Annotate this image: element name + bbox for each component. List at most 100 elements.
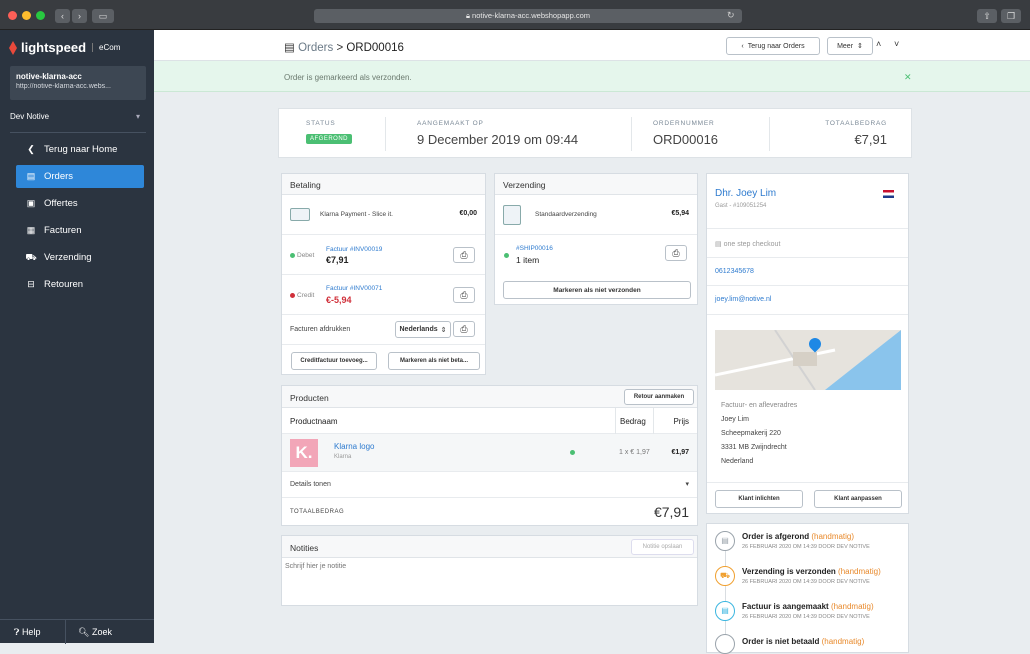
store-switcher[interactable]: notive-klarna-acc http://notive-klarna-a… — [10, 66, 146, 100]
unpaid-event-icon — [715, 634, 735, 654]
details-label: Details tonen — [290, 481, 331, 488]
print-icon[interactable]: ⎙ — [453, 247, 475, 263]
customer-phone[interactable]: 0612345678 — [715, 268, 754, 275]
sidebar-item-facturen[interactable]: ▦ Facturen — [16, 219, 144, 242]
account-selector[interactable]: Dev Notive ▾ — [10, 108, 146, 124]
close-icon[interactable]: ✕ — [904, 72, 912, 83]
breadcrumb: ▤ Orders > ORD00016 — [284, 40, 404, 54]
reload-icon[interactable]: ↻ — [727, 10, 735, 21]
address-map[interactable] — [715, 330, 901, 390]
divider — [10, 132, 146, 133]
created-label: AANGEMAAKT OP — [417, 120, 484, 127]
breadcrumb-root[interactable]: Orders — [298, 42, 333, 54]
package-icon — [503, 205, 521, 225]
mark-not-shipped-button[interactable]: Markeren als niet verzonden — [503, 281, 691, 299]
timeline-subtitle: 26 FEBRUARI 2020 OM 14:39 DOOR DEV NOTIV… — [742, 614, 870, 620]
lightspeed-flame-icon — [9, 40, 17, 55]
more-button[interactable]: Meer ⇕ — [827, 37, 873, 55]
timeline-title-text: Order is afgerond — [742, 532, 810, 541]
divider — [707, 285, 908, 286]
invoice-link[interactable]: Factuur #INV00071 — [326, 285, 382, 292]
brand-logo[interactable]: lightspeed eCom — [8, 40, 120, 55]
sidebar-item-offertes[interactable]: ▣ Offertes — [16, 192, 144, 215]
invoice-created-icon: ▤ — [715, 601, 735, 621]
invoice-row: Credit Factuur #INV00071 €-5,94 ⎙ — [282, 275, 485, 315]
timeline-line — [725, 548, 726, 643]
divider — [707, 228, 908, 229]
status-label: STATUS — [306, 120, 336, 127]
back-to-orders-button[interactable]: ‹ Terug naar Orders — [726, 37, 820, 55]
flag-nl-icon — [883, 190, 894, 198]
timeline-title: Factuur is aangemaakt (handmatig) — [742, 602, 874, 611]
sidebar-item-label: Orders — [44, 171, 74, 182]
add-credit-invoice-button[interactable]: Creditfactuur toevoeg... — [291, 352, 377, 370]
invoice-type-label: Debet — [297, 252, 315, 259]
brand-sub: eCom — [92, 43, 120, 52]
next-order-chevron-down-icon[interactable]: ˅ — [894, 39, 899, 49]
back-nav-icon[interactable]: ‹ — [55, 9, 70, 23]
mark-unpaid-button[interactable]: Markeren als niet beta... — [388, 352, 480, 370]
search-icon: 🔍︎ — [78, 626, 90, 637]
close-window-button[interactable] — [8, 11, 17, 20]
status-dot-icon — [290, 292, 295, 298]
help-button[interactable]: ❓︎ Help — [0, 619, 66, 644]
product-name[interactable]: Klarna logo — [334, 442, 374, 451]
divider — [631, 117, 632, 151]
divider — [707, 257, 908, 258]
chevron-left-icon: ‹ — [741, 42, 744, 50]
minimize-window-button[interactable] — [22, 11, 31, 20]
brand-name: lightspeed — [21, 40, 87, 55]
address-country: Nederland — [721, 458, 754, 465]
chevron-left-icon: ❮ — [27, 144, 35, 154]
payment-title: Betaling — [282, 174, 485, 195]
timeline-subtitle: 26 FEBRUARI 2020 OM 14:39 DOOR DEV NOTIV… — [742, 544, 870, 550]
back-to-orders-label: Terug naar Orders — [747, 42, 805, 50]
address-street: Scheepmakerij 220 — [721, 430, 781, 437]
address-bar[interactable]: 🔒︎ notive-klarna-acc.webshopapp.com — [314, 9, 742, 23]
sidebar-toggle-icon[interactable]: ▭ — [92, 9, 114, 23]
previous-order-chevron-up-icon[interactable]: ˄ — [876, 39, 881, 49]
tabs-icon[interactable]: ❐ — [1001, 9, 1021, 23]
shipping-title: Verzending — [495, 174, 697, 195]
timeline-title: Order is niet betaald (handmatig) — [742, 637, 864, 646]
account-name: Dev Notive — [10, 112, 50, 121]
customer-name[interactable]: Dhr. Joey Lim — [715, 188, 776, 199]
create-return-button[interactable]: Retour aanmaken — [624, 389, 694, 405]
nav-back-home[interactable]: ❮ Terug naar Home — [16, 138, 144, 161]
language-select[interactable]: Nederlands ⇕ — [395, 321, 451, 338]
invoice-event-icon: ▤ — [715, 531, 735, 551]
breadcrumb-current: ORD00016 — [346, 42, 404, 54]
address-label: Factuur- en afleveradres — [721, 402, 798, 409]
search-button[interactable]: 🔍︎ Zoek — [66, 620, 112, 644]
inform-customer-button[interactable]: Klant inlichten — [715, 490, 803, 508]
sidebar-item-retouren[interactable]: ⊟ Retouren — [16, 273, 144, 296]
customer-email[interactable]: joey.lim@notive.nl — [715, 296, 771, 303]
shipment-link[interactable]: #SHIP00016 — [516, 245, 553, 252]
products-total-value: €7,91 — [653, 504, 689, 520]
more-label: Meer — [837, 42, 854, 50]
sidebar-item-verzending[interactable]: ⛟ Verzending — [16, 246, 144, 269]
timeline-card — [706, 523, 909, 653]
status-dot-icon — [504, 253, 509, 258]
product-row[interactable]: K. Klarna logo Klarna 1 x € 1,97 €1,97 — [282, 434, 697, 472]
timeline-mode: (handmatig) — [811, 532, 855, 541]
maximize-window-button[interactable] — [36, 11, 45, 20]
notes-textarea[interactable] — [282, 558, 697, 605]
order-number-label: ORDERNUMMER — [653, 120, 715, 127]
forward-nav-icon[interactable]: › — [72, 9, 87, 23]
print-icon[interactable]: ⎙ — [665, 245, 687, 261]
timeline-title-text: Verzending is verzonden — [742, 567, 836, 576]
print-icon[interactable]: ⎙ — [453, 287, 475, 303]
print-icon[interactable]: ⎙ — [453, 321, 475, 337]
invoice-link[interactable]: Factuur #INV00019 — [326, 246, 382, 253]
details-toggle[interactable]: Details tonen ▾ — [282, 472, 697, 498]
help-label: Help — [21, 626, 41, 637]
quotes-icon: ▣ — [26, 198, 36, 208]
share-icon[interactable]: ⇧ — [977, 9, 997, 23]
timeline-title-text: Order is niet betaald — [742, 637, 820, 646]
help-icon: ❓︎ — [14, 626, 20, 637]
edit-customer-button[interactable]: Klant aanpassen — [814, 490, 902, 508]
save-note-button[interactable]: Notitie opslaan — [631, 539, 694, 555]
sidebar-item-orders[interactable]: ▤ Orders — [16, 165, 144, 188]
notes-card: Notities Notitie opslaan — [281, 535, 698, 606]
